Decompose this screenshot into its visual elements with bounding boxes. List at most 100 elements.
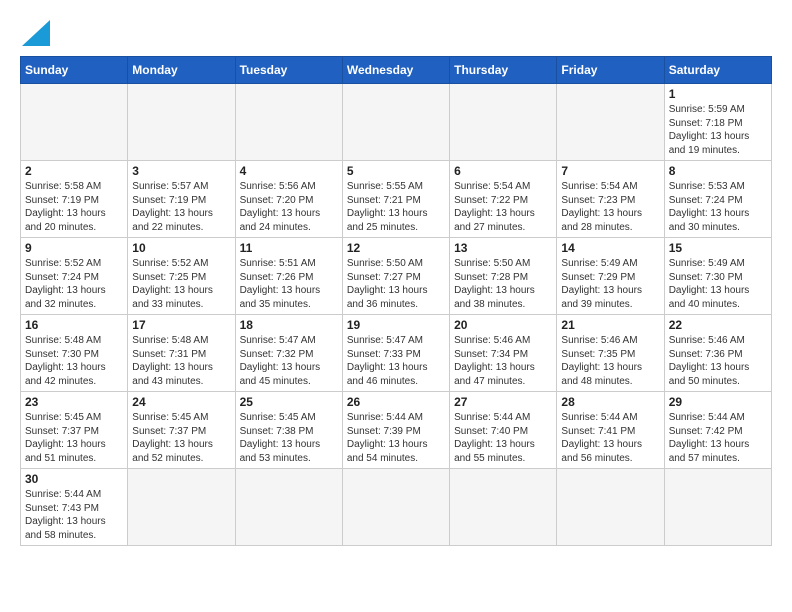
day-info: Sunrise: 5:50 AM Sunset: 7:28 PM Dayligh… — [454, 257, 552, 311]
day-info: Sunrise: 5:45 AM Sunset: 7:37 PM Dayligh… — [25, 411, 123, 465]
calendar-week-row: 1Sunrise: 5:59 AM Sunset: 7:18 PM Daylig… — [21, 84, 772, 161]
day-info: Sunrise: 5:46 AM Sunset: 7:35 PM Dayligh… — [561, 334, 659, 388]
calendar-cell — [557, 84, 664, 161]
day-number: 4 — [240, 164, 338, 178]
day-number: 16 — [25, 318, 123, 332]
day-number: 20 — [454, 318, 552, 332]
day-info: Sunrise: 5:52 AM Sunset: 7:25 PM Dayligh… — [132, 257, 230, 311]
calendar-cell: 28 Sunrise: 5:44 AM Sunset: 7:41 PM Dayli… — [557, 392, 664, 469]
day-number: 30 — [25, 472, 123, 486]
calendar-cell — [21, 84, 128, 161]
logo — [20, 20, 50, 46]
day-info: Sunrise: 5:45 AM Sunset: 7:37 PM Dayligh… — [132, 411, 230, 465]
calendar-cell: 19Sunrise: 5:47 AM Sunset: 7:33 PM Dayli… — [342, 315, 449, 392]
day-of-week-header: Thursday — [450, 57, 557, 84]
day-info: Sunrise: 5:48 AM Sunset: 7:31 PM Dayligh… — [132, 334, 230, 388]
calendar-cell: 29 Sunrise: 5:44 AM Sunset: 7:42 PM Dayli… — [664, 392, 771, 469]
days-of-week-row: SundayMondayTuesdayWednesdayThursdayFrid… — [21, 57, 772, 84]
day-info: Sunrise: 5:59 AM Sunset: 7:18 PM Dayligh… — [669, 103, 767, 157]
calendar-cell: 27 Sunrise: 5:44 AM Sunset: 7:40 PM Dayli… — [450, 392, 557, 469]
day-number: 3 — [132, 164, 230, 178]
day-info: Sunrise: 5:54 AM Sunset: 7:22 PM Dayligh… — [454, 180, 552, 234]
calendar-cell: 18 Sunrise: 5:47 AM Sunset: 7:32 PM Dayli… — [235, 315, 342, 392]
day-number: 14 — [561, 241, 659, 255]
calendar-header: SundayMondayTuesdayWednesdayThursdayFrid… — [21, 57, 772, 84]
calendar-cell: 20 Sunrise: 5:46 AM Sunset: 7:34 PM Dayli… — [450, 315, 557, 392]
header — [20, 20, 772, 46]
day-number: 9 — [25, 241, 123, 255]
day-number: 28 — [561, 395, 659, 409]
day-info: Sunrise: 5:50 AM Sunset: 7:27 PM Dayligh… — [347, 257, 445, 311]
day-number: 25 — [240, 395, 338, 409]
day-number: 10 — [132, 241, 230, 255]
day-number: 11 — [240, 241, 338, 255]
calendar-week-row: 30Sunrise: 5:44 AM Sunset: 7:43 PM Dayli… — [21, 469, 772, 546]
day-number: 29 — [669, 395, 767, 409]
day-number: 26 — [347, 395, 445, 409]
calendar-cell: 24 Sunrise: 5:45 AM Sunset: 7:37 PM Dayli… — [128, 392, 235, 469]
calendar-cell: 22Sunrise: 5:46 AM Sunset: 7:36 PM Dayli… — [664, 315, 771, 392]
calendar-cell — [128, 84, 235, 161]
day-info: Sunrise: 5:49 AM Sunset: 7:30 PM Dayligh… — [669, 257, 767, 311]
calendar-cell: 4Sunrise: 5:56 AM Sunset: 7:20 PM Daylig… — [235, 161, 342, 238]
day-number: 7 — [561, 164, 659, 178]
day-info: Sunrise: 5:47 AM Sunset: 7:33 PM Dayligh… — [347, 334, 445, 388]
day-number: 24 — [132, 395, 230, 409]
day-info: Sunrise: 5:51 AM Sunset: 7:26 PM Dayligh… — [240, 257, 338, 311]
day-info: Sunrise: 5:47 AM Sunset: 7:32 PM Dayligh… — [240, 334, 338, 388]
calendar-cell — [664, 469, 771, 546]
calendar-cell: 30Sunrise: 5:44 AM Sunset: 7:43 PM Dayli… — [21, 469, 128, 546]
day-info: Sunrise: 5:44 AM Sunset: 7:42 PM Dayligh… — [669, 411, 767, 465]
calendar-cell: 25 Sunrise: 5:45 AM Sunset: 7:38 PM Dayli… — [235, 392, 342, 469]
calendar-cell — [235, 469, 342, 546]
day-of-week-header: Friday — [557, 57, 664, 84]
day-info: Sunrise: 5:44 AM Sunset: 7:41 PM Dayligh… — [561, 411, 659, 465]
day-info: Sunrise: 5:57 AM Sunset: 7:19 PM Dayligh… — [132, 180, 230, 234]
day-number: 27 — [454, 395, 552, 409]
day-number: 8 — [669, 164, 767, 178]
day-info: Sunrise: 5:53 AM Sunset: 7:24 PM Dayligh… — [669, 180, 767, 234]
calendar-cell — [235, 84, 342, 161]
day-info: Sunrise: 5:49 AM Sunset: 7:29 PM Dayligh… — [561, 257, 659, 311]
calendar-cell: 6Sunrise: 5:54 AM Sunset: 7:22 PM Daylig… — [450, 161, 557, 238]
day-number: 18 — [240, 318, 338, 332]
calendar-cell: 23Sunrise: 5:45 AM Sunset: 7:37 PM Dayli… — [21, 392, 128, 469]
day-of-week-header: Sunday — [21, 57, 128, 84]
day-number: 17 — [132, 318, 230, 332]
calendar-cell: 17 Sunrise: 5:48 AM Sunset: 7:31 PM Dayli… — [128, 315, 235, 392]
calendar-cell: 2 Sunrise: 5:58 AM Sunset: 7:19 PM Daylig… — [21, 161, 128, 238]
day-info: Sunrise: 5:44 AM Sunset: 7:39 PM Dayligh… — [347, 411, 445, 465]
day-info: Sunrise: 5:52 AM Sunset: 7:24 PM Dayligh… — [25, 257, 123, 311]
calendar-week-row: 9 Sunrise: 5:52 AM Sunset: 7:24 PM Daylig… — [21, 238, 772, 315]
calendar-table: SundayMondayTuesdayWednesdayThursdayFrid… — [20, 56, 772, 546]
calendar-cell: 14 Sunrise: 5:49 AM Sunset: 7:29 PM Dayli… — [557, 238, 664, 315]
day-number: 5 — [347, 164, 445, 178]
calendar-cell: 11 Sunrise: 5:51 AM Sunset: 7:26 PM Dayli… — [235, 238, 342, 315]
day-info: Sunrise: 5:46 AM Sunset: 7:34 PM Dayligh… — [454, 334, 552, 388]
calendar-week-row: 16 Sunrise: 5:48 AM Sunset: 7:30 PM Dayli… — [21, 315, 772, 392]
day-info: Sunrise: 5:45 AM Sunset: 7:38 PM Dayligh… — [240, 411, 338, 465]
calendar-body: 1Sunrise: 5:59 AM Sunset: 7:18 PM Daylig… — [21, 84, 772, 546]
calendar-cell — [450, 84, 557, 161]
calendar-cell: 8 Sunrise: 5:53 AM Sunset: 7:24 PM Daylig… — [664, 161, 771, 238]
day-of-week-header: Monday — [128, 57, 235, 84]
calendar-cell — [128, 469, 235, 546]
day-number: 2 — [25, 164, 123, 178]
day-number: 13 — [454, 241, 552, 255]
calendar-cell: 16 Sunrise: 5:48 AM Sunset: 7:30 PM Dayli… — [21, 315, 128, 392]
calendar-cell: 7Sunrise: 5:54 AM Sunset: 7:23 PM Daylig… — [557, 161, 664, 238]
calendar-cell — [342, 469, 449, 546]
day-of-week-header: Saturday — [664, 57, 771, 84]
calendar-cell: 13 Sunrise: 5:50 AM Sunset: 7:28 PM Dayli… — [450, 238, 557, 315]
day-of-week-header: Wednesday — [342, 57, 449, 84]
calendar-week-row: 23Sunrise: 5:45 AM Sunset: 7:37 PM Dayli… — [21, 392, 772, 469]
calendar-cell: 26 Sunrise: 5:44 AM Sunset: 7:39 PM Dayli… — [342, 392, 449, 469]
calendar-cell: 21Sunrise: 5:46 AM Sunset: 7:35 PM Dayli… — [557, 315, 664, 392]
day-info: Sunrise: 5:58 AM Sunset: 7:19 PM Dayligh… — [25, 180, 123, 234]
day-number: 15 — [669, 241, 767, 255]
calendar-cell — [342, 84, 449, 161]
day-info: Sunrise: 5:44 AM Sunset: 7:40 PM Dayligh… — [454, 411, 552, 465]
calendar-cell — [450, 469, 557, 546]
day-info: Sunrise: 5:48 AM Sunset: 7:30 PM Dayligh… — [25, 334, 123, 388]
calendar-cell: 9 Sunrise: 5:52 AM Sunset: 7:24 PM Daylig… — [21, 238, 128, 315]
